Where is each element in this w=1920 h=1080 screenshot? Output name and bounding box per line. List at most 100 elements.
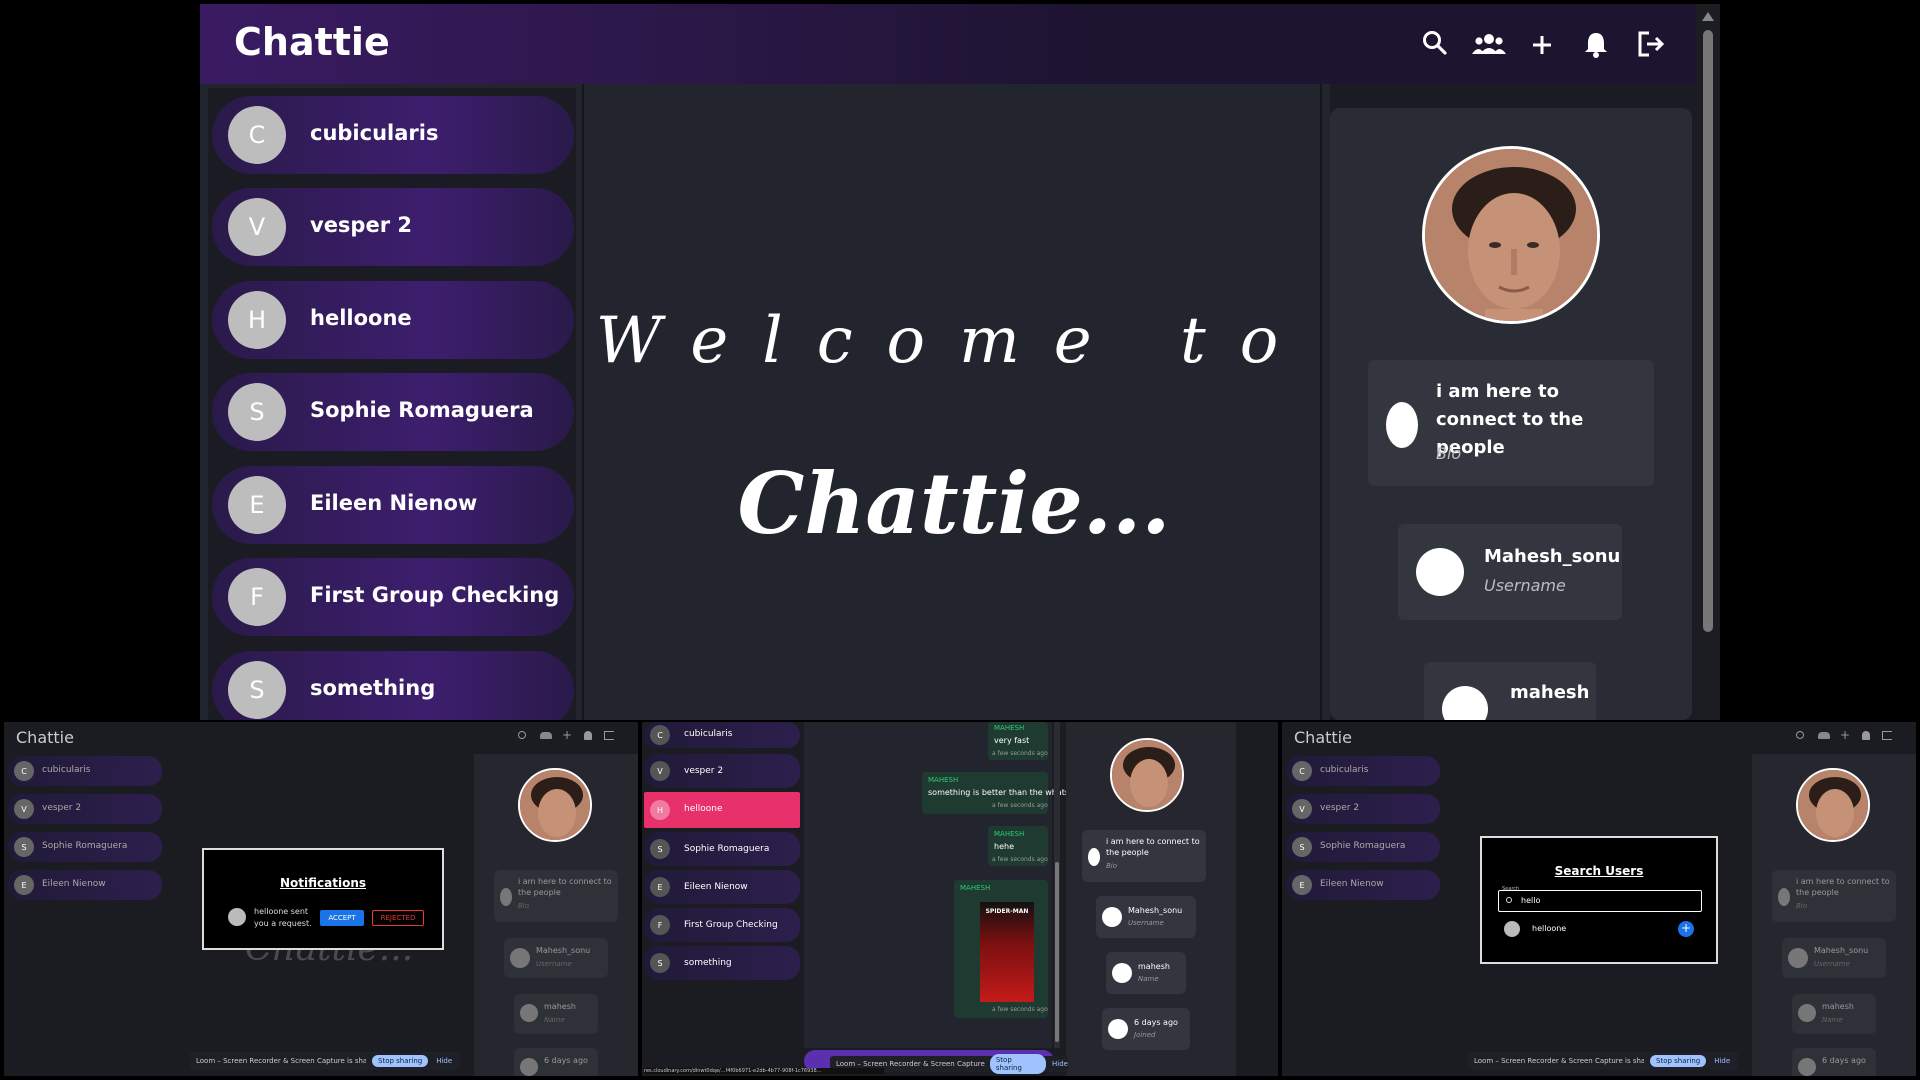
contact-item-something[interactable]: S something [212, 651, 574, 720]
loom-text: Loom – Screen Recorder & Screen Capture … [1474, 1057, 1644, 1065]
contact-item-vesper-2[interactable]: Vvesper 2 [8, 794, 162, 824]
bell-icon[interactable] [584, 731, 592, 740]
contact-name: Sophie Romaguera [684, 844, 770, 854]
contact-item-vesper-2[interactable]: V vesper 2 [212, 188, 574, 266]
stop-sharing-button[interactable]: Stop sharing [372, 1055, 429, 1067]
username-icon [1102, 907, 1122, 927]
profile-avatar [1796, 768, 1870, 842]
scrollbar-thumb[interactable] [1703, 30, 1713, 632]
contact-name: Eileen Nienow [42, 879, 106, 889]
bio-card: i am here to connect to the people Bio [494, 870, 618, 922]
loom-sharing-bar: Loom – Screen Recorder & Screen Capture … [1468, 1052, 1738, 1070]
contact-item-cubicularis[interactable]: Ccubicularis [1286, 756, 1440, 786]
contact-item-cubicularis[interactable]: Ccubicularis [644, 722, 800, 748]
contact-name: vesper 2 [1320, 803, 1360, 813]
hide-button[interactable]: Hide [1052, 1060, 1068, 1068]
logout-icon[interactable] [1637, 31, 1665, 61]
contact-name: helloone [684, 804, 723, 814]
name-value: mahesh [1138, 962, 1170, 971]
contact-item-helloone[interactable]: H helloone [212, 281, 574, 359]
message-bubble: MAHESH SPIDER-MAN a few seconds ago [954, 880, 1048, 1018]
name-icon [1442, 686, 1488, 720]
contact-item-something[interactable]: Ssomething [644, 946, 800, 980]
joined-label: Joined [1134, 1031, 1156, 1039]
scroll-up-arrow-icon[interactable] [1702, 12, 1714, 21]
name-card: mahesh Name [1106, 952, 1186, 994]
search-input[interactable]: hello [1498, 890, 1702, 912]
group-icon[interactable] [1818, 732, 1830, 739]
group-icon[interactable] [540, 732, 552, 739]
username-value: Mahesh_sonu [536, 946, 591, 955]
contact-item-eileen-nienow[interactable]: E Eileen Nienow [8, 870, 162, 900]
request-text: helloone sent you a request. [254, 907, 312, 928]
contact-item-sophie-romaguera[interactable]: S Sophie Romaguera [1286, 832, 1440, 862]
search-icon[interactable] [518, 731, 526, 739]
message-time: a few seconds ago [992, 1006, 1048, 1013]
hide-button[interactable]: Hide [1714, 1057, 1730, 1065]
contact-item-sophie-romaguera[interactable]: S Sophie Romaguera [644, 832, 800, 866]
message-sender: MAHESH [994, 830, 1025, 838]
logout-icon[interactable] [604, 731, 614, 740]
plus-icon[interactable] [1531, 34, 1553, 60]
bell-icon[interactable] [1862, 731, 1870, 740]
chat-messages-area: MAHESH very fast a few seconds ago MAHES… [804, 722, 1084, 1048]
main-app-window: Chattie C cubicularis V vesper 2 H hello… [200, 4, 1720, 720]
chat-welcome-area: Welcome to Chattie... [582, 84, 1322, 720]
contact-item-cubicularis[interactable]: Ccubicularis [8, 756, 162, 786]
requester-avatar [228, 908, 246, 926]
stop-sharing-button[interactable]: Stop sharing [1650, 1055, 1707, 1067]
group-icon[interactable] [1472, 32, 1506, 60]
bio-card: i am here to connect to the people Bio [1772, 870, 1896, 922]
message-time: a few seconds ago [992, 802, 1048, 809]
contact-item-eileen-nienow[interactable]: E Eileen Nienow [212, 466, 574, 544]
message-image[interactable]: SPIDER-MAN [980, 902, 1034, 1002]
search-modal-title: Search Users [1554, 864, 1644, 878]
username-icon [510, 948, 530, 968]
accept-button[interactable]: ACCEPT [320, 910, 364, 926]
contact-item-first-group-checking[interactable]: F First Group Checking [212, 558, 574, 636]
stop-sharing-button[interactable]: Stop sharing [989, 1054, 1047, 1074]
joined-card: 6 days ago [514, 1048, 598, 1076]
add-user-button[interactable]: + [1678, 921, 1694, 937]
scrollbar[interactable] [1696, 4, 1720, 720]
app-title[interactable]: Chattie [234, 20, 390, 64]
thumb-notifications: Chattie + Ccubicularis Vvesper 2 S Sophie… [4, 722, 638, 1076]
loom-text: Loom – Screen Recorder & Screen Capture … [196, 1057, 366, 1065]
joined-card: 6 days ago [1792, 1048, 1876, 1076]
plus-icon[interactable]: + [562, 728, 572, 742]
username-card: Mahesh_sonu Username [504, 938, 608, 978]
contact-item-sophie-romaguera[interactable]: S Sophie Romaguera [8, 832, 162, 862]
name-label: Name [1138, 975, 1159, 983]
search-icon[interactable] [1422, 30, 1448, 60]
chat-scrollbar[interactable] [1054, 722, 1060, 1048]
bio-text: i am here to connect to the people [1106, 837, 1200, 857]
search-icon[interactable] [1796, 731, 1804, 739]
scrollbar-thumb[interactable] [1055, 862, 1059, 1042]
logout-icon[interactable] [1882, 731, 1892, 740]
search-result-row[interactable]: helloone + [1498, 918, 1702, 940]
bell-icon[interactable] [1584, 31, 1608, 62]
contact-item-cubicularis[interactable]: C cubicularis [212, 96, 574, 174]
hide-button[interactable]: Hide [436, 1057, 452, 1065]
contact-item-sophie-romaguera[interactable]: S Sophie Romaguera [212, 373, 574, 451]
username-label: Username [1484, 576, 1566, 595]
avatar: E [228, 476, 286, 534]
bio-icon [1386, 402, 1418, 448]
contact-item-vesper-2[interactable]: Vvesper 2 [644, 754, 800, 788]
contact-item-helloone[interactable]: Hhelloone [644, 792, 800, 828]
message-sender: MAHESH [994, 724, 1025, 732]
reject-button[interactable]: REJECTED [372, 910, 424, 926]
welcome-line-2: Chattie... [737, 454, 1171, 553]
profile-panel: i am here to connect to the people Bio M… [1066, 722, 1236, 1076]
app-title[interactable]: Chattie [16, 728, 74, 747]
plus-icon[interactable]: + [1840, 728, 1850, 742]
result-name: helloone [1532, 924, 1567, 933]
contact-item-eileen-nienow[interactable]: E Eileen Nienow [1286, 870, 1440, 900]
sidebar: Ccubicularis Vvesper 2 S Sophie Romaguera… [1286, 756, 1442, 1076]
contact-name: cubicularis [1320, 765, 1369, 775]
contact-item-vesper-2[interactable]: Vvesper 2 [1286, 794, 1440, 824]
app-title[interactable]: Chattie [1294, 728, 1352, 747]
joined-icon [1798, 1058, 1816, 1076]
contact-item-first-group-checking[interactable]: F First Group Checking [644, 908, 800, 942]
contact-item-eileen-nienow[interactable]: E Eileen Nienow [644, 870, 800, 904]
